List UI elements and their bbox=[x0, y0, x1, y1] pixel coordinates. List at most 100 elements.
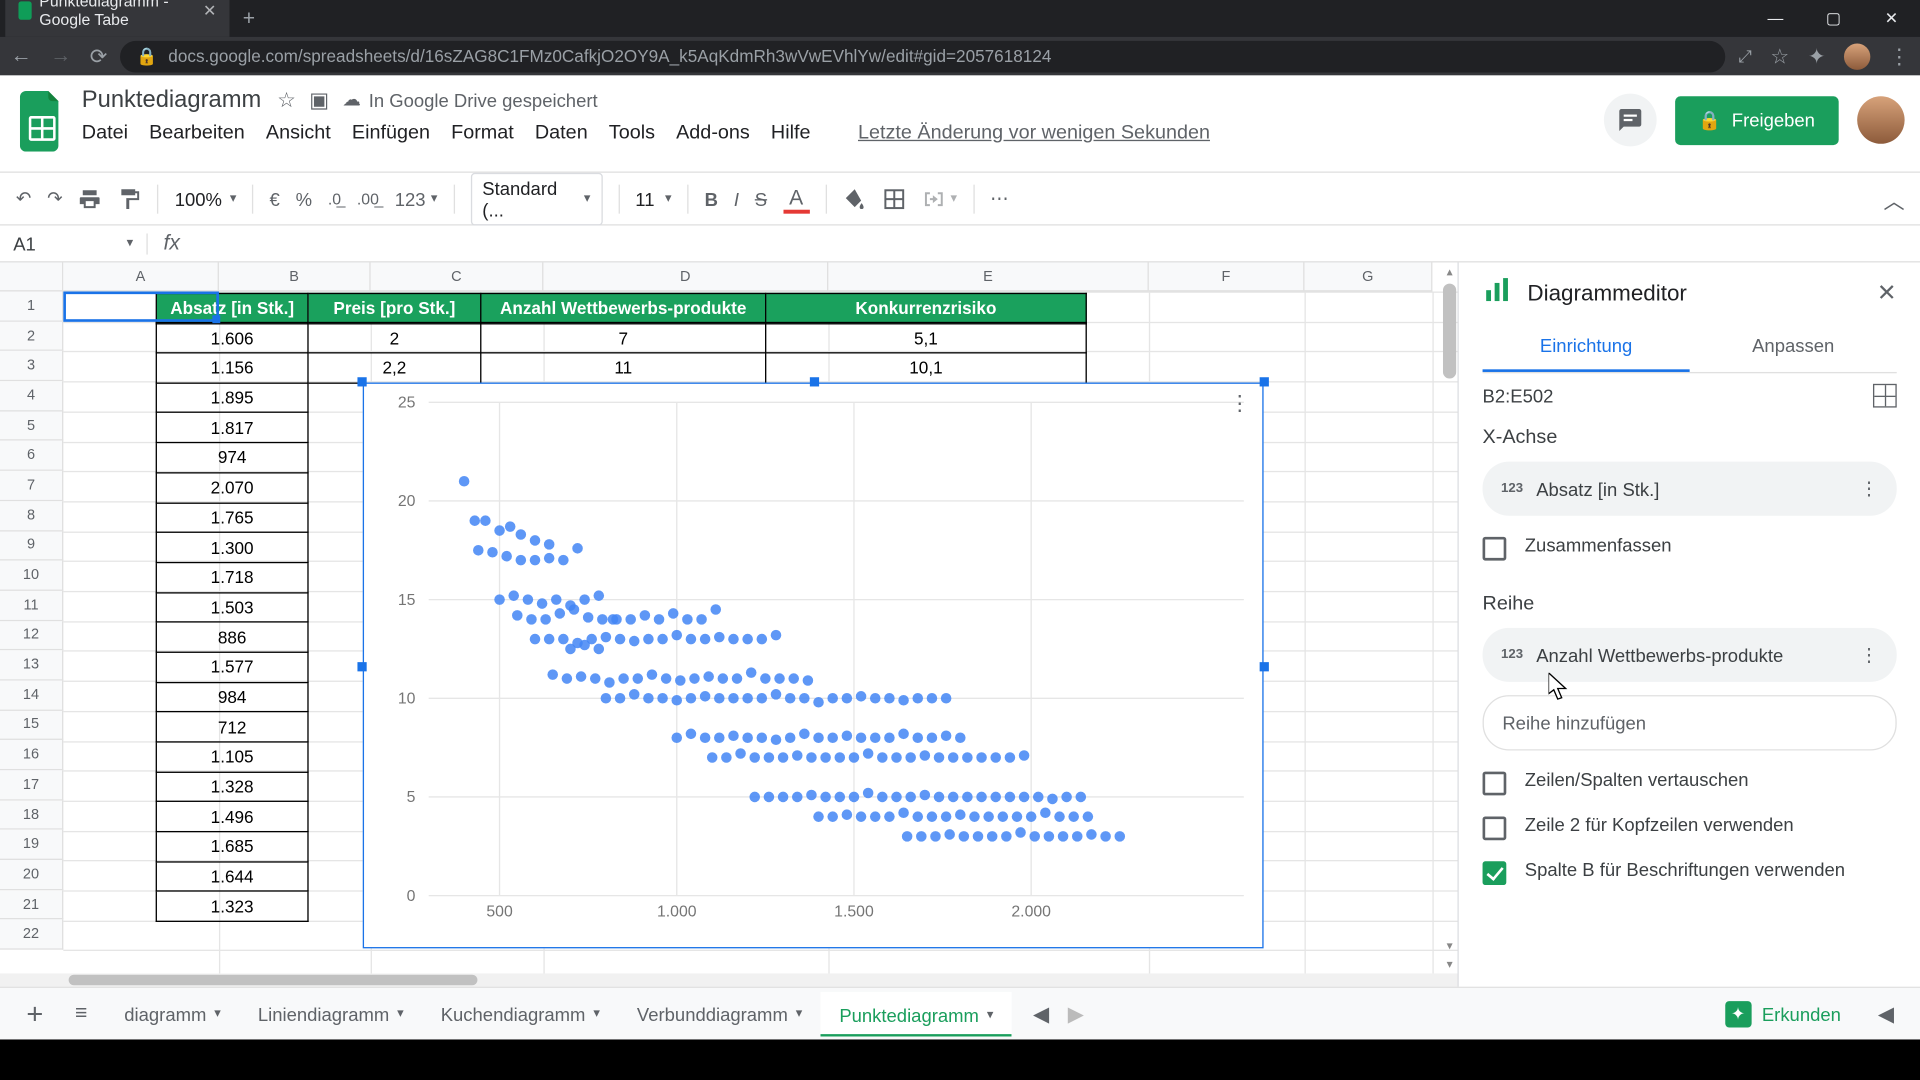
menu-add-ons[interactable]: Add-ons bbox=[676, 121, 750, 143]
cell[interactable]: 2,2 bbox=[308, 353, 481, 383]
undo-button[interactable]: ↶ bbox=[16, 187, 31, 209]
close-icon[interactable]: ✕ bbox=[203, 1, 216, 19]
colb-labels-checkbox[interactable] bbox=[1483, 861, 1507, 885]
all-sheets-button[interactable]: ≡ bbox=[64, 1002, 97, 1026]
column-header-cell[interactable]: Konkurrenzrisiko bbox=[766, 293, 1087, 323]
menu-datei[interactable]: Datei bbox=[82, 121, 128, 143]
cell[interactable]: 886 bbox=[156, 622, 308, 652]
cell[interactable]: 1.606 bbox=[156, 323, 308, 353]
share-button[interactable]: 🔒 Freigeben bbox=[1674, 96, 1838, 145]
sheet-tab[interactable]: diagramm▾ bbox=[106, 991, 240, 1036]
menu-bearbeiten[interactable]: Bearbeiten bbox=[149, 121, 245, 143]
menu-format[interactable]: Format bbox=[451, 121, 514, 143]
cell[interactable]: 712 bbox=[156, 712, 308, 742]
merge-cells-button[interactable]: ▾ bbox=[921, 187, 957, 211]
select-range-button[interactable] bbox=[1873, 384, 1897, 408]
cell[interactable]: 1.300 bbox=[156, 532, 308, 562]
percent-button[interactable]: % bbox=[296, 188, 312, 209]
increase-decimal-button[interactable]: .00̲ bbox=[357, 189, 379, 207]
sheet-tab[interactable]: Kuchendiagramm▾ bbox=[422, 991, 618, 1036]
data-range[interactable]: B2:E502 bbox=[1483, 385, 1554, 406]
cell[interactable]: 974 bbox=[156, 443, 308, 473]
sheet-tab[interactable]: Verbunddiagramm▾ bbox=[618, 991, 820, 1036]
cell[interactable]: 1.503 bbox=[156, 592, 308, 622]
cell[interactable]: 1.496 bbox=[156, 802, 308, 832]
strikethrough-button[interactable]: S bbox=[755, 188, 767, 209]
cell[interactable]: 5,1 bbox=[766, 323, 1087, 353]
cell[interactable]: 1.577 bbox=[156, 652, 308, 682]
reload-button[interactable]: ⟳ bbox=[90, 43, 108, 69]
collapse-toolbar-button[interactable]: ︿ bbox=[1884, 183, 1905, 215]
number-format-select[interactable]: 123▾ bbox=[395, 188, 438, 209]
vertical-scroll[interactable]: ▴ ▾ ▾ bbox=[1442, 262, 1458, 973]
fill-color-button[interactable] bbox=[842, 187, 866, 211]
tabs-prev-button[interactable]: ◀ bbox=[1033, 1000, 1049, 1026]
cell[interactable]: 2 bbox=[308, 323, 481, 353]
chip-menu-icon[interactable]: ⋮ bbox=[1860, 477, 1878, 499]
sheet-tab[interactable]: Punktediagramm▾ bbox=[821, 991, 1012, 1036]
cell[interactable]: 1.156 bbox=[156, 353, 308, 383]
more-button[interactable]: ⋯ bbox=[990, 187, 1008, 209]
last-edit[interactable]: Letzte Änderung vor wenigen Sekunden bbox=[858, 121, 1210, 143]
cell[interactable]: 7 bbox=[481, 323, 766, 353]
embedded-chart[interactable]: 05101520255001.0001.5002.000 ⋮ bbox=[363, 383, 1264, 949]
row2-header-checkbox[interactable] bbox=[1483, 816, 1507, 840]
cell[interactable]: 2.070 bbox=[156, 473, 308, 503]
menu-hilfe[interactable]: Hilfe bbox=[771, 121, 811, 143]
tab-customize[interactable]: Anpassen bbox=[1690, 322, 1897, 372]
menu-ansicht[interactable]: Ansicht bbox=[266, 121, 331, 143]
comments-button[interactable] bbox=[1603, 94, 1656, 147]
menu-button[interactable]: ⋮ bbox=[1889, 43, 1910, 69]
cell[interactable]: 1.817 bbox=[156, 413, 308, 443]
font-size-select[interactable]: 11▾ bbox=[635, 188, 671, 209]
forward-button[interactable]: → bbox=[50, 44, 71, 68]
chip-menu-icon[interactable]: ⋮ bbox=[1860, 644, 1878, 666]
back-button[interactable]: ← bbox=[11, 44, 32, 68]
browser-avatar[interactable] bbox=[1844, 43, 1870, 69]
switch-rc-checkbox[interactable] bbox=[1483, 772, 1507, 796]
zoom-icon[interactable]: ⤢ bbox=[1738, 46, 1752, 67]
close-sidebar-button[interactable]: ✕ bbox=[1877, 280, 1897, 308]
cell[interactable]: 1.718 bbox=[156, 562, 308, 592]
star-icon[interactable]: ☆ bbox=[277, 86, 296, 112]
star-icon[interactable]: ☆ bbox=[1770, 43, 1789, 69]
sheets-logo[interactable] bbox=[16, 86, 69, 157]
document-title[interactable]: Punktediagramm bbox=[82, 86, 261, 114]
maximize-button[interactable]: ▢ bbox=[1804, 0, 1862, 37]
print-button[interactable] bbox=[78, 187, 102, 211]
cell[interactable]: 1.765 bbox=[156, 503, 308, 533]
cell[interactable]: 11 bbox=[481, 353, 766, 383]
cell[interactable]: 1.328 bbox=[156, 772, 308, 802]
cell[interactable]: 1.105 bbox=[156, 742, 308, 772]
side-panel-toggle[interactable]: ◀ bbox=[1865, 1000, 1908, 1026]
add-sheet-button[interactable]: + bbox=[13, 997, 56, 1031]
browser-tab[interactable]: Punktediagramm - Google Tabe ✕ bbox=[5, 0, 229, 37]
extensions-icon[interactable]: ✦ bbox=[1808, 43, 1826, 69]
tab-setup[interactable]: Einrichtung bbox=[1483, 322, 1690, 372]
decrease-decimal-button[interactable]: .0̲ bbox=[328, 189, 341, 207]
x-axis-chip[interactable]: 123 Absatz [in Stk.] ⋮ bbox=[1483, 462, 1897, 516]
italic-button[interactable]: I bbox=[734, 188, 739, 209]
column-header-cell[interactable]: Anzahl Wettbewerbs-produkte bbox=[481, 293, 766, 323]
horizontal-scroll[interactable] bbox=[0, 973, 1457, 986]
cell[interactable]: 1.644 bbox=[156, 862, 308, 892]
cell[interactable]: 1.895 bbox=[156, 383, 308, 413]
cell[interactable]: 1.685 bbox=[156, 832, 308, 862]
add-series-button[interactable]: Reihe hinzufügen bbox=[1483, 695, 1897, 750]
menu-tools[interactable]: Tools bbox=[609, 121, 655, 143]
cell[interactable]: 984 bbox=[156, 682, 308, 712]
zoom-select[interactable]: 100%▾ bbox=[175, 188, 237, 209]
font-select[interactable]: Standard (...▾ bbox=[470, 172, 602, 225]
close-window-button[interactable]: ✕ bbox=[1862, 0, 1920, 37]
spreadsheet-grid[interactable]: ABCDEFG 12345678910111213141516171819202… bbox=[0, 262, 1459, 986]
chart-menu-button[interactable]: ⋮ bbox=[1229, 390, 1250, 416]
minimize-button[interactable]: — bbox=[1746, 0, 1804, 37]
account-avatar[interactable] bbox=[1857, 96, 1904, 143]
new-tab-button[interactable]: + bbox=[230, 3, 269, 37]
paint-format-button[interactable] bbox=[118, 187, 142, 211]
sheet-tab[interactable]: Liniendiagramm▾ bbox=[239, 991, 422, 1036]
currency-button[interactable]: € bbox=[269, 188, 279, 209]
tabs-next-button[interactable]: ▶ bbox=[1068, 1000, 1084, 1026]
menu-daten[interactable]: Daten bbox=[535, 121, 588, 143]
menu-einfügen[interactable]: Einfügen bbox=[352, 121, 430, 143]
